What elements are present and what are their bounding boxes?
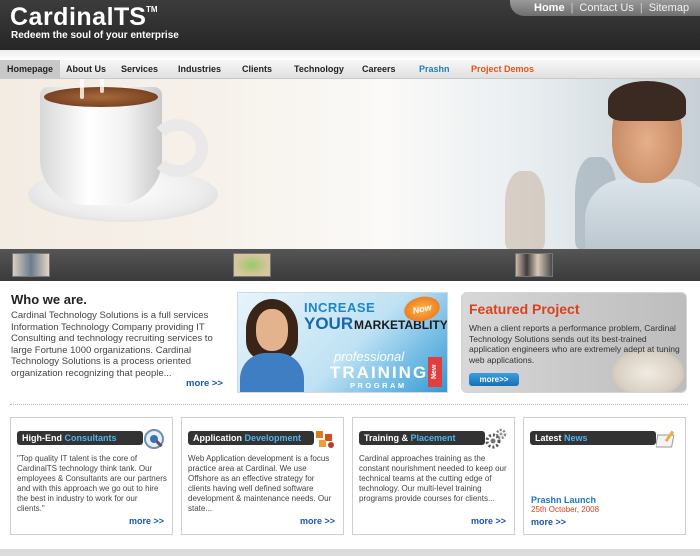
notepad-icon <box>656 430 675 448</box>
woman-face <box>256 309 288 351</box>
top-link-home[interactable]: Home <box>534 2 565 14</box>
featured-more-button[interactable]: more>> <box>469 373 519 386</box>
thumbnail-group[interactable] <box>515 253 553 277</box>
box-text: "Top quality IT talent is the core of Ca… <box>17 454 167 513</box>
magnifier-icon <box>144 429 164 449</box>
nav-item-technology[interactable]: Technology <box>294 60 344 79</box>
logo-trademark: TM <box>145 5 158 14</box>
nav-item-about-us[interactable]: About Us <box>66 60 106 79</box>
box-text: Cardinal approaches training as the cons… <box>359 454 507 503</box>
woman-body <box>240 353 304 392</box>
header: CardinalTSTM Redeem the soul of your ent… <box>0 0 700 50</box>
nav-item-prashn[interactable]: Prashn <box>419 60 450 79</box>
box-heading-text: Training & <box>364 433 411 443</box>
logo[interactable]: CardinalTSTM Redeem the soul of your ent… <box>10 3 179 41</box>
box-heading-highlight: Development <box>244 433 302 443</box>
box-heading-highlight: Placement <box>410 433 456 443</box>
top-link-separator: | <box>570 2 574 14</box>
puzzle-icon <box>316 431 334 448</box>
logo-text: Cardinal <box>10 3 115 31</box>
training-more-link[interactable]: more >> <box>471 516 506 526</box>
news-item-date: 25th October, 2008 <box>531 505 600 514</box>
top-link-sitemap[interactable]: Sitemap <box>649 2 689 14</box>
box-heading: Training & Placement <box>359 431 485 445</box>
box-heading-highlight: Consultants <box>64 433 117 443</box>
news-box: Latest News Prashn Launch 25th October, … <box>523 417 686 535</box>
footer-band <box>0 549 700 556</box>
page: CardinalTSTM Redeem the soul of your ent… <box>0 0 700 556</box>
development-more-link[interactable]: more >> <box>300 516 335 526</box>
box-heading-text: Latest <box>535 433 565 443</box>
hero-image <box>0 79 700 249</box>
banner-professional: professional <box>334 349 405 364</box>
nav-item-services[interactable]: Services <box>121 60 158 79</box>
top-link-separator: | <box>639 2 643 14</box>
box-text: Web Application development is a focus p… <box>188 454 332 513</box>
steam <box>100 79 104 93</box>
box-heading: High-End Consultants <box>17 431 143 445</box>
who-we-are-title: Who we are. <box>11 292 87 307</box>
banner-woman <box>240 299 304 392</box>
training-banner[interactable]: INCREASE YOUR MARKETABLITY Now professio… <box>237 292 448 393</box>
section-divider <box>10 404 688 405</box>
banner-increase: INCREASE <box>304 300 376 315</box>
man-shirt <box>585 179 700 249</box>
top-links: Home | Contact Us | Sitemap <box>510 0 700 16</box>
nav-item-careers[interactable]: Careers <box>362 60 396 79</box>
banner-marketability: MARKETABLITY <box>354 318 448 332</box>
gears-icon <box>485 428 507 449</box>
box-heading: Application Development <box>188 431 314 445</box>
background-person <box>505 171 545 249</box>
featured-project: Featured Project When a client reports a… <box>461 292 687 393</box>
box-heading-text: High-End <box>22 433 65 443</box>
featured-project-text: When a client reports a performance prob… <box>469 323 680 365</box>
nav-item-homepage[interactable]: Homepage <box>0 60 61 79</box>
thumbnail-strip <box>0 249 700 281</box>
banner-training: TRAINING <box>330 363 429 382</box>
main-nav: Homepage About Us Services Industries Cl… <box>0 60 700 79</box>
who-we-are-text: Cardinal Technology Solutions is a full … <box>11 310 213 379</box>
box-heading-highlight: News <box>564 433 588 443</box>
nav-item-clients[interactable]: Clients <box>242 60 272 79</box>
nav-item-industries[interactable]: Industries <box>178 60 221 79</box>
consultants-box: High-End Consultants "Top quality IT tal… <box>10 417 173 535</box>
banner-your: YOUR <box>304 314 354 333</box>
nav-spacer <box>0 50 700 60</box>
nav-item-project-demos[interactable]: Project Demos <box>471 60 534 79</box>
man-hair <box>608 81 686 121</box>
development-box: Application Development Web Application … <box>181 417 344 535</box>
logo-ts: TS <box>114 3 146 31</box>
who-we-are-more-link[interactable]: more >> <box>186 378 223 389</box>
logo-tagline: Redeem the soul of your enterprise <box>11 30 179 41</box>
top-link-contact-us[interactable]: Contact Us <box>579 2 633 14</box>
news-item-title[interactable]: Prashn Launch <box>531 495 596 505</box>
banner-new-tag: New <box>428 357 442 387</box>
steam <box>80 79 84 99</box>
thumbnail-plant[interactable] <box>233 253 271 277</box>
box-heading-text: Application <box>193 433 245 443</box>
consultants-more-link[interactable]: more >> <box>129 516 164 526</box>
cup-handle <box>148 119 208 177</box>
banner-program: PROGRAM <box>350 381 407 390</box>
news-more-link[interactable]: more >> <box>531 517 677 527</box>
training-box: Training & Placement Cardinal approaches… <box>352 417 515 535</box>
featured-project-title: Featured Project <box>469 301 580 317</box>
thumbnail-team[interactable] <box>12 253 50 277</box>
box-heading: Latest News <box>530 431 656 445</box>
